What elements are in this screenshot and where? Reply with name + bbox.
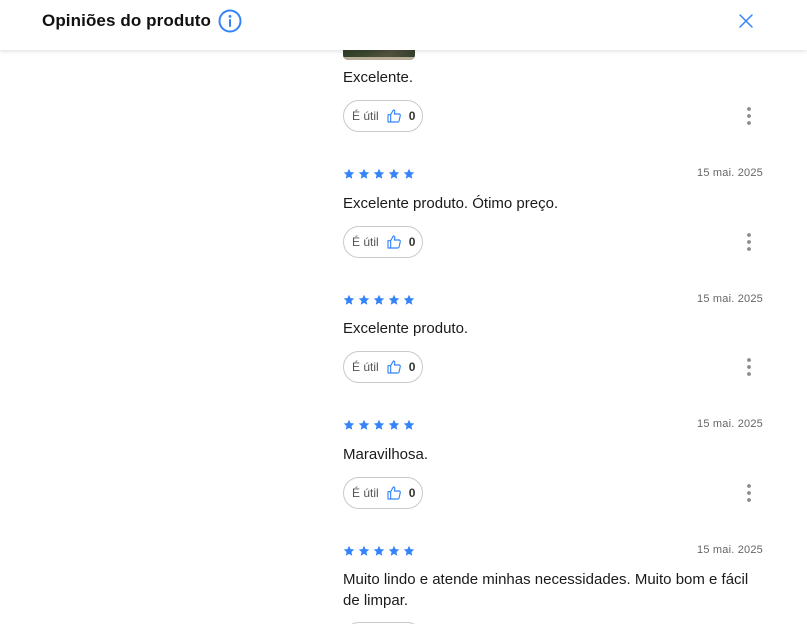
more-vertical-icon[interactable] (745, 483, 753, 503)
helpful-label: É útil (352, 109, 379, 123)
star-icon (388, 168, 400, 179)
star-icon (373, 419, 385, 430)
star-icon (403, 294, 415, 305)
star-icon (403, 545, 415, 556)
review-text: Excelente. (343, 69, 414, 86)
close-icon[interactable] (738, 13, 754, 29)
star-rating (343, 294, 415, 306)
review-date: 15 mai. 2025 (697, 418, 763, 430)
thumbs-up-icon (387, 360, 401, 374)
star-icon (388, 419, 400, 430)
star-icon (343, 545, 355, 556)
star-icon (373, 168, 385, 179)
helpful-count: 0 (408, 360, 416, 374)
review-text: Excelente produto. Ótimo preço. (343, 195, 559, 212)
thumbs-up-icon (387, 109, 401, 123)
more-vertical-icon[interactable] (745, 232, 753, 252)
star-icon (388, 545, 400, 556)
thumbs-up-icon (387, 235, 401, 249)
helpful-count: 0 (408, 486, 416, 500)
star-rating (343, 419, 415, 431)
info-icon[interactable] (218, 9, 242, 33)
review-text: Muito lindo e atende minhas necessidades… (343, 571, 749, 609)
helpful-button[interactable]: É útil 0 (343, 100, 423, 132)
star-icon (358, 419, 370, 430)
helpful-label: É útil (352, 360, 379, 374)
star-icon (343, 294, 355, 305)
helpful-count: 0 (408, 235, 416, 249)
more-vertical-icon[interactable] (745, 106, 753, 126)
review-date: 15 mai. 2025 (697, 544, 763, 556)
modal-header: Opiniões do produto (0, 0, 807, 50)
star-icon (403, 168, 415, 179)
thumbs-up-icon (387, 486, 401, 500)
star-rating (343, 168, 415, 180)
review-date: 15 mai. 2025 (697, 293, 763, 305)
helpful-count: 0 (408, 109, 416, 123)
modal-title: Opiniões do produto (42, 11, 212, 30)
star-icon (403, 419, 415, 430)
star-icon (358, 294, 370, 305)
helpful-label: É útil (352, 235, 379, 249)
star-icon (373, 294, 385, 305)
helpful-button[interactable]: É útil 0 (343, 226, 423, 258)
star-icon (358, 545, 370, 556)
star-icon (373, 545, 385, 556)
helpful-label: É útil (352, 486, 379, 500)
helpful-button[interactable]: É útil 0 (343, 477, 423, 509)
reviews-modal: Opiniões do produto Excelente. É útil 0 15 … (0, 0, 807, 624)
star-icon (343, 168, 355, 179)
star-rating (343, 545, 415, 557)
star-icon (358, 168, 370, 179)
star-icon (388, 294, 400, 305)
review-text: Maravilhosa. (343, 446, 429, 463)
star-icon (343, 419, 355, 430)
review-date: 15 mai. 2025 (697, 167, 763, 179)
more-vertical-icon[interactable] (745, 357, 753, 377)
helpful-button[interactable]: É útil 0 (343, 351, 423, 383)
review-text: Excelente produto. (343, 320, 469, 337)
